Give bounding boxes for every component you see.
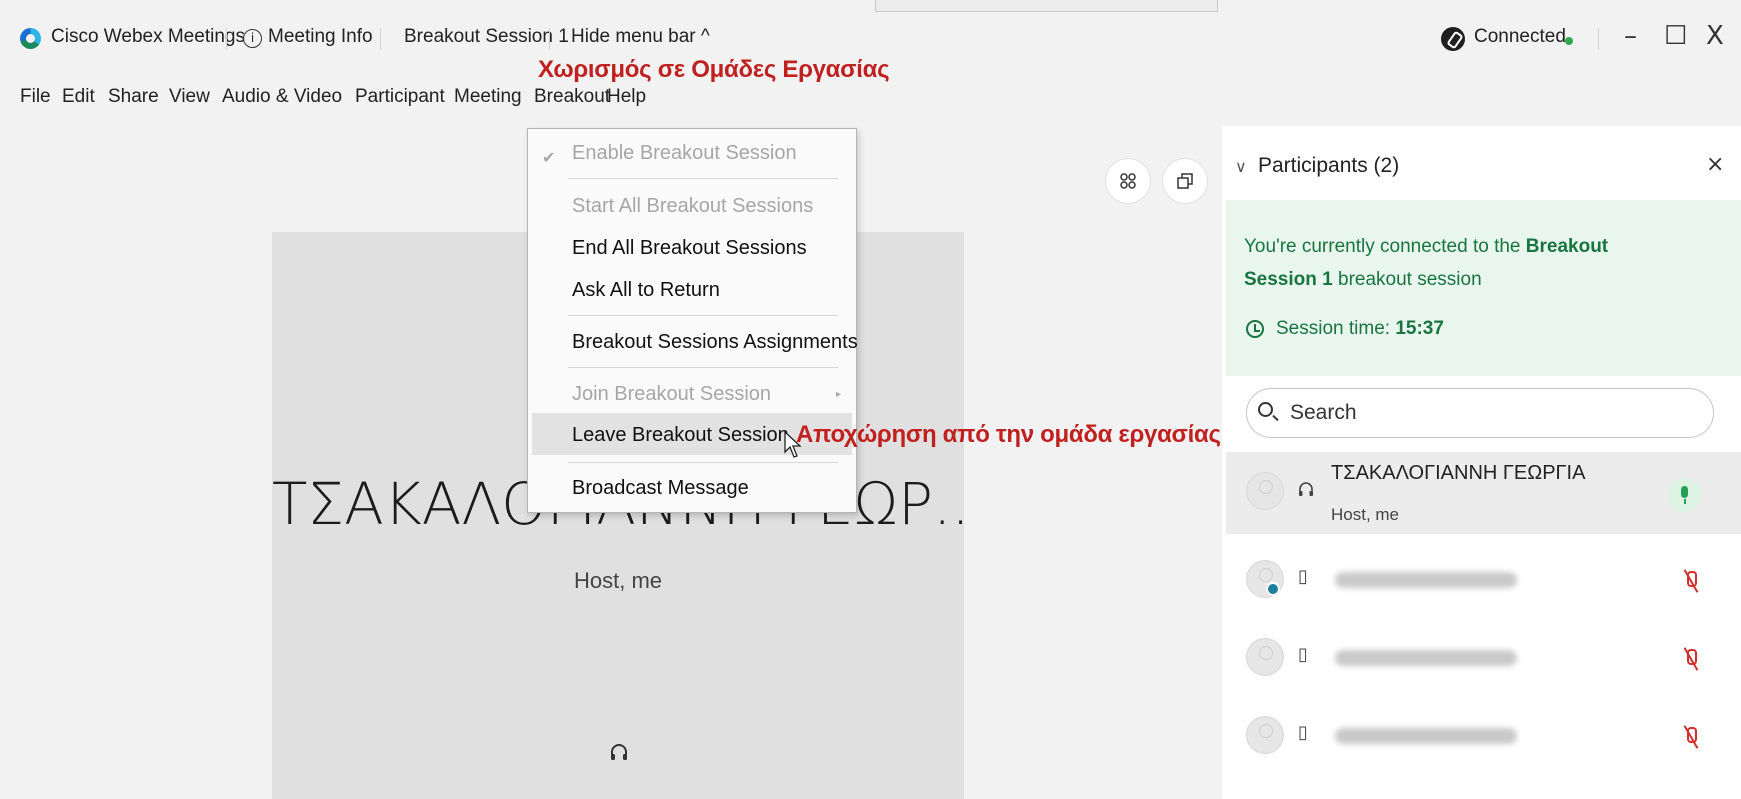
menu-ask-all-to-return[interactable]: Ask All to Return [572,279,720,302]
avatar [1246,716,1284,754]
menu-help[interactable]: Help [607,86,646,108]
phone-icon: ▯ [1298,566,1308,587]
divider [549,28,550,50]
search-icon [1258,402,1273,417]
participants-title: Participants (2) [1258,154,1400,177]
phone-icon: ▯ [1298,644,1308,665]
avatar [1246,472,1284,510]
menu-separator [568,178,838,179]
connection-icon [1441,27,1465,51]
webex-logo-icon [20,28,41,49]
grid-view-icon[interactable] [1105,158,1151,204]
participant-name-blurred [1335,728,1517,744]
menu-separator [568,315,838,316]
session-time-label: Session time: [1276,318,1396,339]
notice-suffix: breakout session [1332,269,1482,290]
menu-breakout[interactable]: Breakout [534,86,610,108]
breakout-dropdown-menu [527,128,857,513]
connection-status[interactable]: Connected [1474,26,1566,48]
participant-role: Host, me [1331,505,1400,524]
breakout-annotation: Χωρισμός σε Ομάδες Εργασίας [538,56,890,83]
menu-breakout-sessions-assignments[interactable]: Breakout Sessions Assignments [572,331,858,354]
session-time-value: 15:37 [1395,318,1444,339]
microphone-on-icon[interactable] [1668,478,1702,512]
menu-start-all-breakout-sessions[interactable]: Start All Breakout Sessions [572,195,813,218]
divider [226,28,227,50]
collapse-chevron-icon[interactable]: ∨ [1235,157,1247,176]
microphone-muted-icon[interactable] [1684,726,1698,748]
menu-meeting[interactable]: Meeting [454,86,522,108]
notice-prefix: You're currently connected to the [1244,236,1526,257]
maximize-button[interactable]: ☐ [1664,22,1687,50]
meeting-info-button[interactable]: Meeting Info [268,26,373,48]
clock-icon [1246,320,1264,338]
check-icon: ✔ [542,148,556,167]
mouse-cursor-icon [783,430,803,465]
menu-file[interactable]: File [20,86,51,108]
menu-audio-video[interactable]: Audio & Video [222,86,342,108]
webex-badge-icon [1266,582,1280,596]
stage-participant-role: Host, me [573,568,663,593]
menu-broadcast-message[interactable]: Broadcast Message [572,477,749,500]
menu-enable-breakout-session[interactable]: Enable Breakout Session [572,142,797,165]
submenu-arrow-icon: ▸ [836,389,842,400]
close-panel-button[interactable]: × [1706,152,1724,177]
menu-share[interactable]: Share [108,86,159,108]
headset-icon [608,742,630,770]
menu-separator [568,367,838,368]
avatar [1246,638,1284,676]
breakout-notice-text: You're currently connected to the Breako… [1244,230,1684,296]
close-window-button[interactable]: X [1706,22,1724,50]
menu-edit[interactable]: Edit [62,86,95,108]
breakout-session-label: Breakout Session 1 [404,26,569,47]
menu-view[interactable]: View [169,86,210,108]
menu-leave-breakout-session[interactable]: Leave Breakout Session [572,424,789,447]
menu-end-all-breakout-sessions[interactable]: End All Breakout Sessions [572,237,807,260]
menu-participant[interactable]: Participant [355,86,445,108]
minimize-button[interactable]: – [1624,22,1637,50]
divider [380,28,381,50]
leave-annotation: Αποχώρηση από την ομάδα εργασίας [796,421,1221,448]
hide-menu-bar-button[interactable]: Hide menu bar ^ [571,26,710,48]
microphone-muted-icon[interactable] [1684,648,1698,670]
top-strip [875,0,1218,12]
participant-name-blurred [1335,572,1517,588]
info-icon[interactable]: i [243,29,262,48]
participant-name-blurred [1335,650,1517,666]
menu-join-breakout-session[interactable]: Join Breakout Session [572,383,771,406]
phone-icon: ▯ [1298,722,1308,743]
app-title: Cisco Webex Meetings [51,26,245,47]
session-time: Session time: 15:37 [1276,318,1444,340]
search-input[interactable] [1290,398,1690,428]
connected-dot-icon [1565,37,1573,45]
participant-name: ΤΣΑΚΑΛΟΓΙΑΝΝΗ ΓΕΩΡΓΙΑ [1331,462,1586,484]
headset-icon [1298,481,1314,504]
microphone-muted-icon[interactable] [1684,570,1698,592]
divider [1598,28,1599,50]
popout-icon[interactable] [1162,158,1208,204]
